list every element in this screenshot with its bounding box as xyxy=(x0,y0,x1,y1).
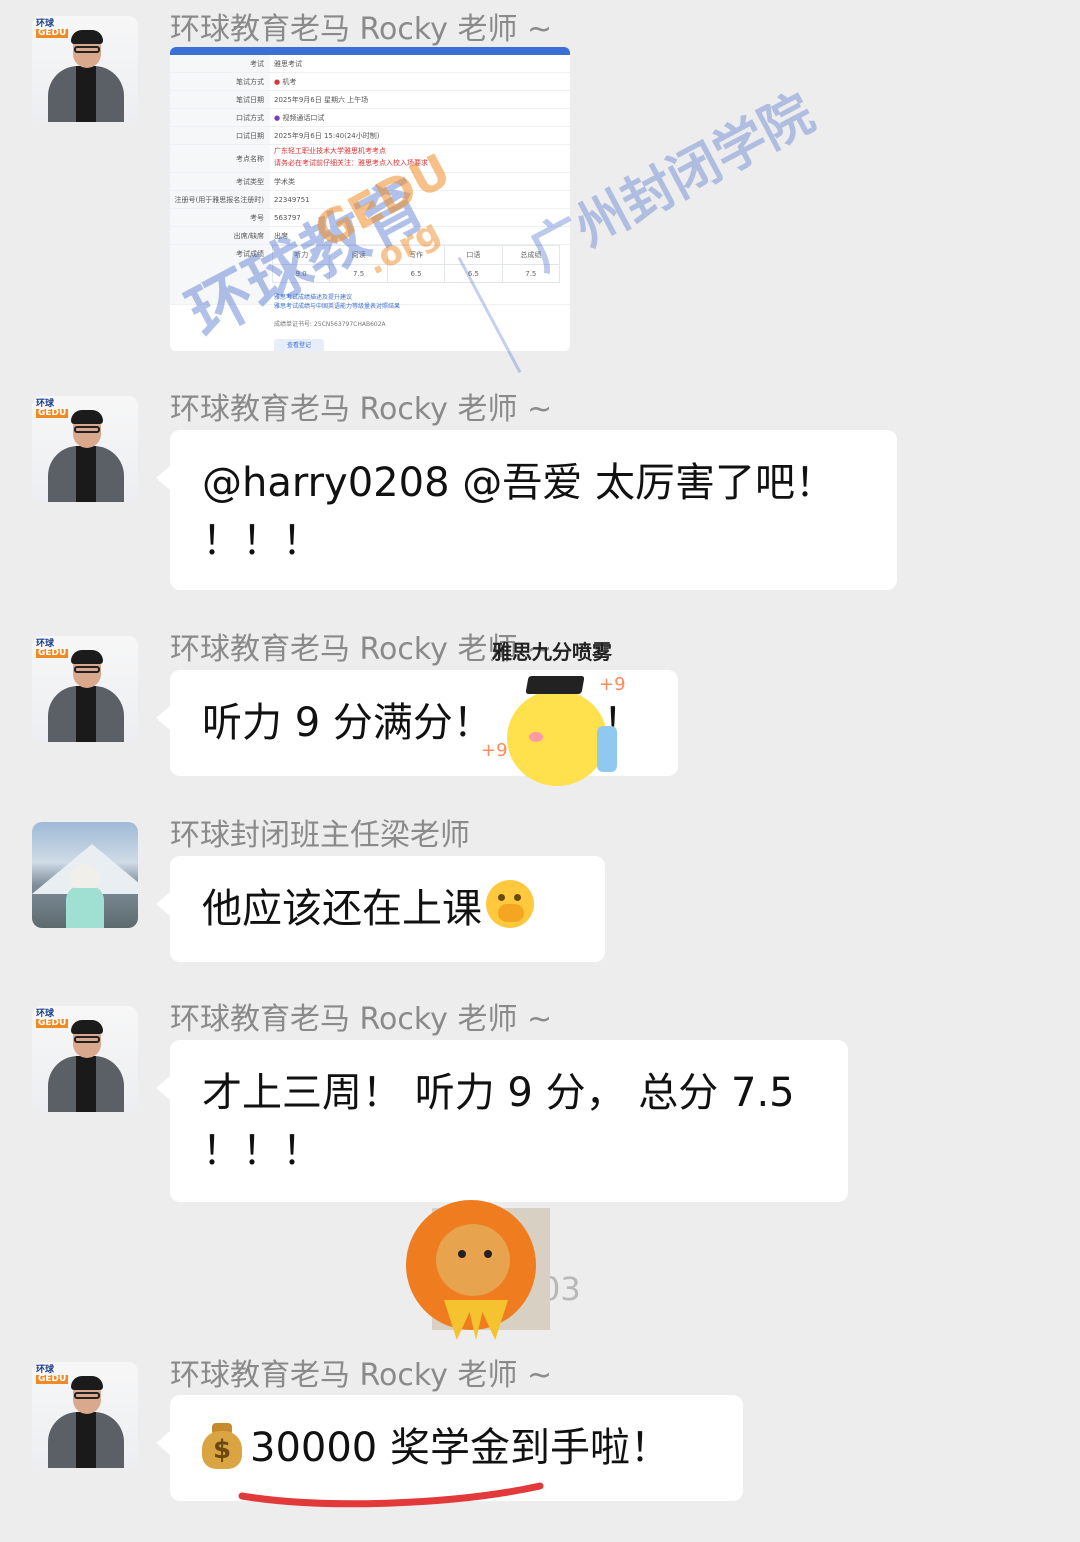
avatar-rocky[interactable]: 环球 GEDU xyxy=(32,636,138,742)
sender-name: 环球封闭班主任梁老师 xyxy=(170,818,470,853)
score-report-image[interactable]: 考试 雅思考试 笔试方式 ● 机考 笔试日期 2025年9月6日 星期六 上午场 口试… xyxy=(170,47,570,351)
gedu-logo: 环球 GEDU xyxy=(36,1365,69,1384)
lion-sticker[interactable] xyxy=(396,1200,556,1350)
score-table: 听力 阅读 写作 口语 总成绩 9.0 7.5 6.5 6.5 7.5 xyxy=(272,245,560,283)
message-bubble[interactable]: @harry0208 @吾爱 太厉害了吧！ ！！！ xyxy=(156,430,897,590)
avatar-rocky[interactable]: 环球 GEDU xyxy=(32,1006,138,1112)
gedu-logo: 环球 GEDU xyxy=(36,19,69,38)
avatar-rocky[interactable]: 环球 GEDU xyxy=(32,396,138,502)
sticker-caption: 雅思九分喷雾 xyxy=(492,640,612,664)
sender-name: 环球教育老马 Rocky 老师 ~ xyxy=(170,1002,553,1037)
sender-name: 环球教育老马 Rocky 老师 ~ xyxy=(170,1358,553,1393)
sender-name: 环球教育老马 Rocky 老师 ~ xyxy=(170,392,553,427)
gedu-logo: 环球 GEDU xyxy=(36,399,69,418)
avatar-liang[interactable] xyxy=(32,822,138,928)
report-links[interactable]: 雅思考试成绩描述及提升建议 雅思考试成绩与中国英语能力等级量表对照结果 xyxy=(274,293,400,311)
sender-name: 环球教育老马 Rocky 老师 ~ xyxy=(170,12,553,47)
avatar-rocky[interactable]: 环球 GEDU xyxy=(32,1362,138,1468)
certificate-number: 成绩单证书号: 25CN563797CHAB602A xyxy=(274,321,386,328)
gedu-logo: 环球 GEDU xyxy=(36,1009,69,1028)
message-bubble[interactable]: 才上三周！ 听力 9 分， 总分 7.5 ！！！ xyxy=(156,1040,848,1202)
chick-sticker[interactable]: +9 +9 xyxy=(481,674,626,792)
gedu-logo: 环球 GEDU xyxy=(36,639,69,658)
avatar-rocky[interactable]: 环球 GEDU xyxy=(32,16,138,122)
view-button[interactable]: 查看登记 xyxy=(274,339,324,351)
money-bag-icon: $ xyxy=(202,1423,242,1469)
red-underline xyxy=(238,1482,544,1508)
message-bubble[interactable]: 他应该还在上课 xyxy=(156,856,605,962)
face-with-hand-icon xyxy=(486,880,534,928)
